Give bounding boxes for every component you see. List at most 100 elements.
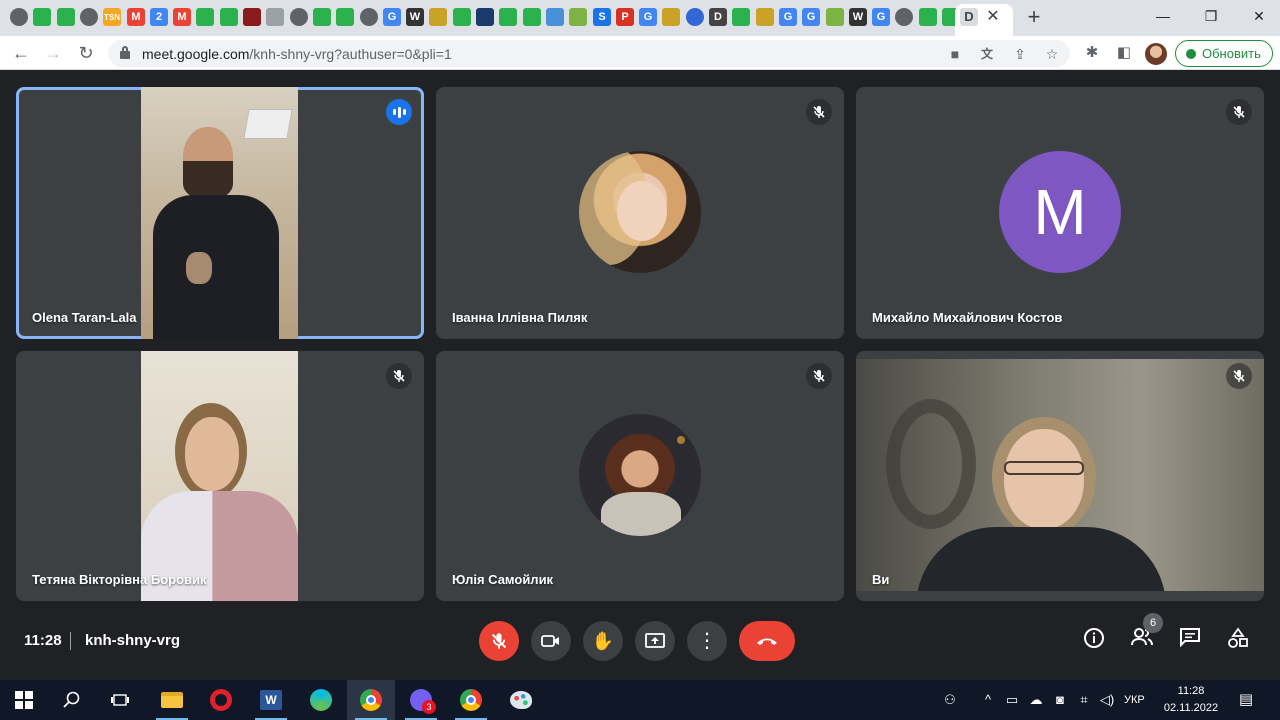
start-button[interactable] [0, 680, 48, 720]
participant-tile[interactable]: M Михайло Михайлович Костов [856, 87, 1264, 339]
library-tab-icon[interactable] [756, 8, 774, 26]
file-explorer-app[interactable] [148, 680, 196, 720]
feedly-tab-icon[interactable] [919, 8, 937, 26]
library-tab-icon[interactable] [429, 8, 447, 26]
extensions-icon[interactable]: ✱ [1082, 43, 1102, 63]
wikipedia-tab-icon[interactable]: W [849, 8, 867, 26]
address-bar[interactable]: meet.google.com/knh-shny-vrg?authuser=0&… [108, 40, 1070, 67]
profile-avatar[interactable] [1145, 43, 1167, 65]
google-tab-icon[interactable]: G [779, 8, 797, 26]
folder-icon [161, 692, 183, 708]
pdf-tab-icon[interactable]: P [616, 8, 634, 26]
camera-in-use-icon[interactable]: ◙ [1051, 691, 1069, 709]
paint-app[interactable] [497, 680, 545, 720]
google-tab-icon[interactable]: G [639, 8, 657, 26]
chrome-app-active[interactable] [347, 680, 395, 720]
chrome-tab-icon[interactable] [80, 8, 98, 26]
s-tab-icon[interactable]: S [593, 8, 611, 26]
d-tab-icon[interactable]: D [709, 8, 727, 26]
feedly-tab-icon[interactable] [523, 8, 541, 26]
leave-call-button[interactable] [739, 621, 795, 661]
gmail-tab-icon[interactable]: M [173, 8, 191, 26]
system-clock-date[interactable]: 02.11.2022 [1161, 702, 1221, 714]
plane-tab-icon[interactable] [546, 8, 564, 26]
share-icon[interactable]: ⇪ [1011, 45, 1029, 63]
new-tab-button[interactable]: + [1024, 6, 1044, 28]
globe-tab-icon[interactable] [686, 8, 704, 26]
search-button[interactable] [48, 680, 96, 720]
google-tab-icon[interactable]: G [872, 8, 890, 26]
viber-app[interactable]: 3 [397, 680, 445, 720]
activities-button[interactable] [1224, 627, 1252, 655]
feedly-tab-icon[interactable] [732, 8, 750, 26]
bookmark-star-icon[interactable]: ☆ [1043, 45, 1061, 63]
feedly-tab-icon[interactable] [57, 8, 75, 26]
task-view-button[interactable] [96, 680, 144, 720]
chrome-tab-icon[interactable] [895, 8, 913, 26]
gmail-tab-icon[interactable]: M [127, 8, 145, 26]
feedly-tab-icon[interactable] [196, 8, 214, 26]
google-tab-icon[interactable]: G [383, 8, 401, 26]
page-tab-icon[interactable] [266, 8, 284, 26]
calendar-tab-icon[interactable]: 2 [150, 8, 168, 26]
system-clock-time[interactable]: 11:28 [1161, 685, 1221, 697]
restore-button[interactable]: ❐ [1196, 6, 1226, 26]
google-tab-icon[interactable]: G [802, 8, 820, 26]
people-tray-icon[interactable]: ⚇ [941, 691, 959, 709]
self-tile[interactable]: Ви [856, 351, 1264, 601]
word-app[interactable]: W [247, 680, 295, 720]
chrome-tab-icon[interactable] [290, 8, 308, 26]
participant-tile[interactable]: Тетяна Вікторівна Боровик [16, 351, 424, 601]
chrome-tab-icon[interactable] [10, 8, 28, 26]
close-window-button[interactable]: ✕ [1244, 6, 1274, 26]
chrome-tab-icon[interactable] [360, 8, 378, 26]
mic-toggle-button[interactable] [479, 621, 519, 661]
notifications-icon[interactable]: ▤ [1237, 691, 1255, 709]
show-hidden-icons-icon[interactable]: ^ [979, 691, 997, 709]
wikipedia-tab-icon[interactable]: W [406, 8, 424, 26]
feedly-tab-icon[interactable] [336, 8, 354, 26]
back-button[interactable]: ← [10, 42, 32, 64]
feedly-tab-icon[interactable] [33, 8, 51, 26]
leaf-tab-icon[interactable] [569, 8, 587, 26]
site-tab-icon[interactable] [476, 8, 494, 26]
camera-toggle-button[interactable] [531, 621, 571, 661]
chat-icon [1180, 628, 1200, 648]
feedly-tab-icon[interactable] [313, 8, 331, 26]
more-options-button[interactable]: ⋮ [687, 621, 727, 661]
side-panel-icon[interactable]: ◧ [1114, 43, 1134, 63]
record-tab-icon[interactable] [243, 8, 261, 26]
active-tab-favicon: D [960, 8, 978, 26]
chat-button[interactable] [1176, 627, 1204, 655]
feedly-tab-icon[interactable] [453, 8, 471, 26]
webex-app[interactable] [297, 680, 345, 720]
library-tab-icon[interactable] [662, 8, 680, 26]
tab-close-icon[interactable]: ✕ [984, 8, 1002, 26]
feedly-tab-icon[interactable] [220, 8, 238, 26]
update-label: Обновить [1202, 46, 1261, 61]
translate-icon[interactable]: 文 [978, 45, 996, 63]
camera-icon[interactable]: ■ [946, 45, 964, 63]
leaf-tab-icon[interactable] [826, 8, 844, 26]
participant-tile[interactable]: Olena Taran-Lala [16, 87, 424, 339]
meeting-details-button[interactable] [1080, 627, 1108, 655]
participant-name: Іванна Іллівна Пиляк [452, 310, 588, 325]
input-language[interactable]: УКР [1124, 694, 1145, 706]
update-button[interactable]: Обновить [1175, 40, 1273, 67]
chrome-app[interactable] [447, 680, 495, 720]
feedly-tab-icon[interactable] [499, 8, 517, 26]
participant-tile[interactable]: Юлія Самойлик [436, 351, 844, 601]
opera-app[interactable] [197, 680, 245, 720]
participant-tile[interactable]: Іванна Іллівна Пиляк [436, 87, 844, 339]
network-icon[interactable]: ⌗ [1075, 691, 1093, 709]
battery-icon[interactable]: ▭ [1003, 691, 1021, 709]
minimize-button[interactable]: — [1148, 6, 1178, 26]
palette-icon [510, 691, 532, 709]
forward-button[interactable]: → [42, 42, 64, 64]
volume-icon[interactable]: ◁) [1098, 691, 1116, 709]
reload-button[interactable]: ↻ [75, 42, 97, 64]
tsn-tab-icon[interactable]: TSN [103, 8, 121, 26]
onedrive-icon[interactable]: ☁ [1027, 691, 1045, 709]
present-screen-button[interactable] [635, 621, 675, 661]
raise-hand-button[interactable]: ✋ [583, 621, 623, 661]
